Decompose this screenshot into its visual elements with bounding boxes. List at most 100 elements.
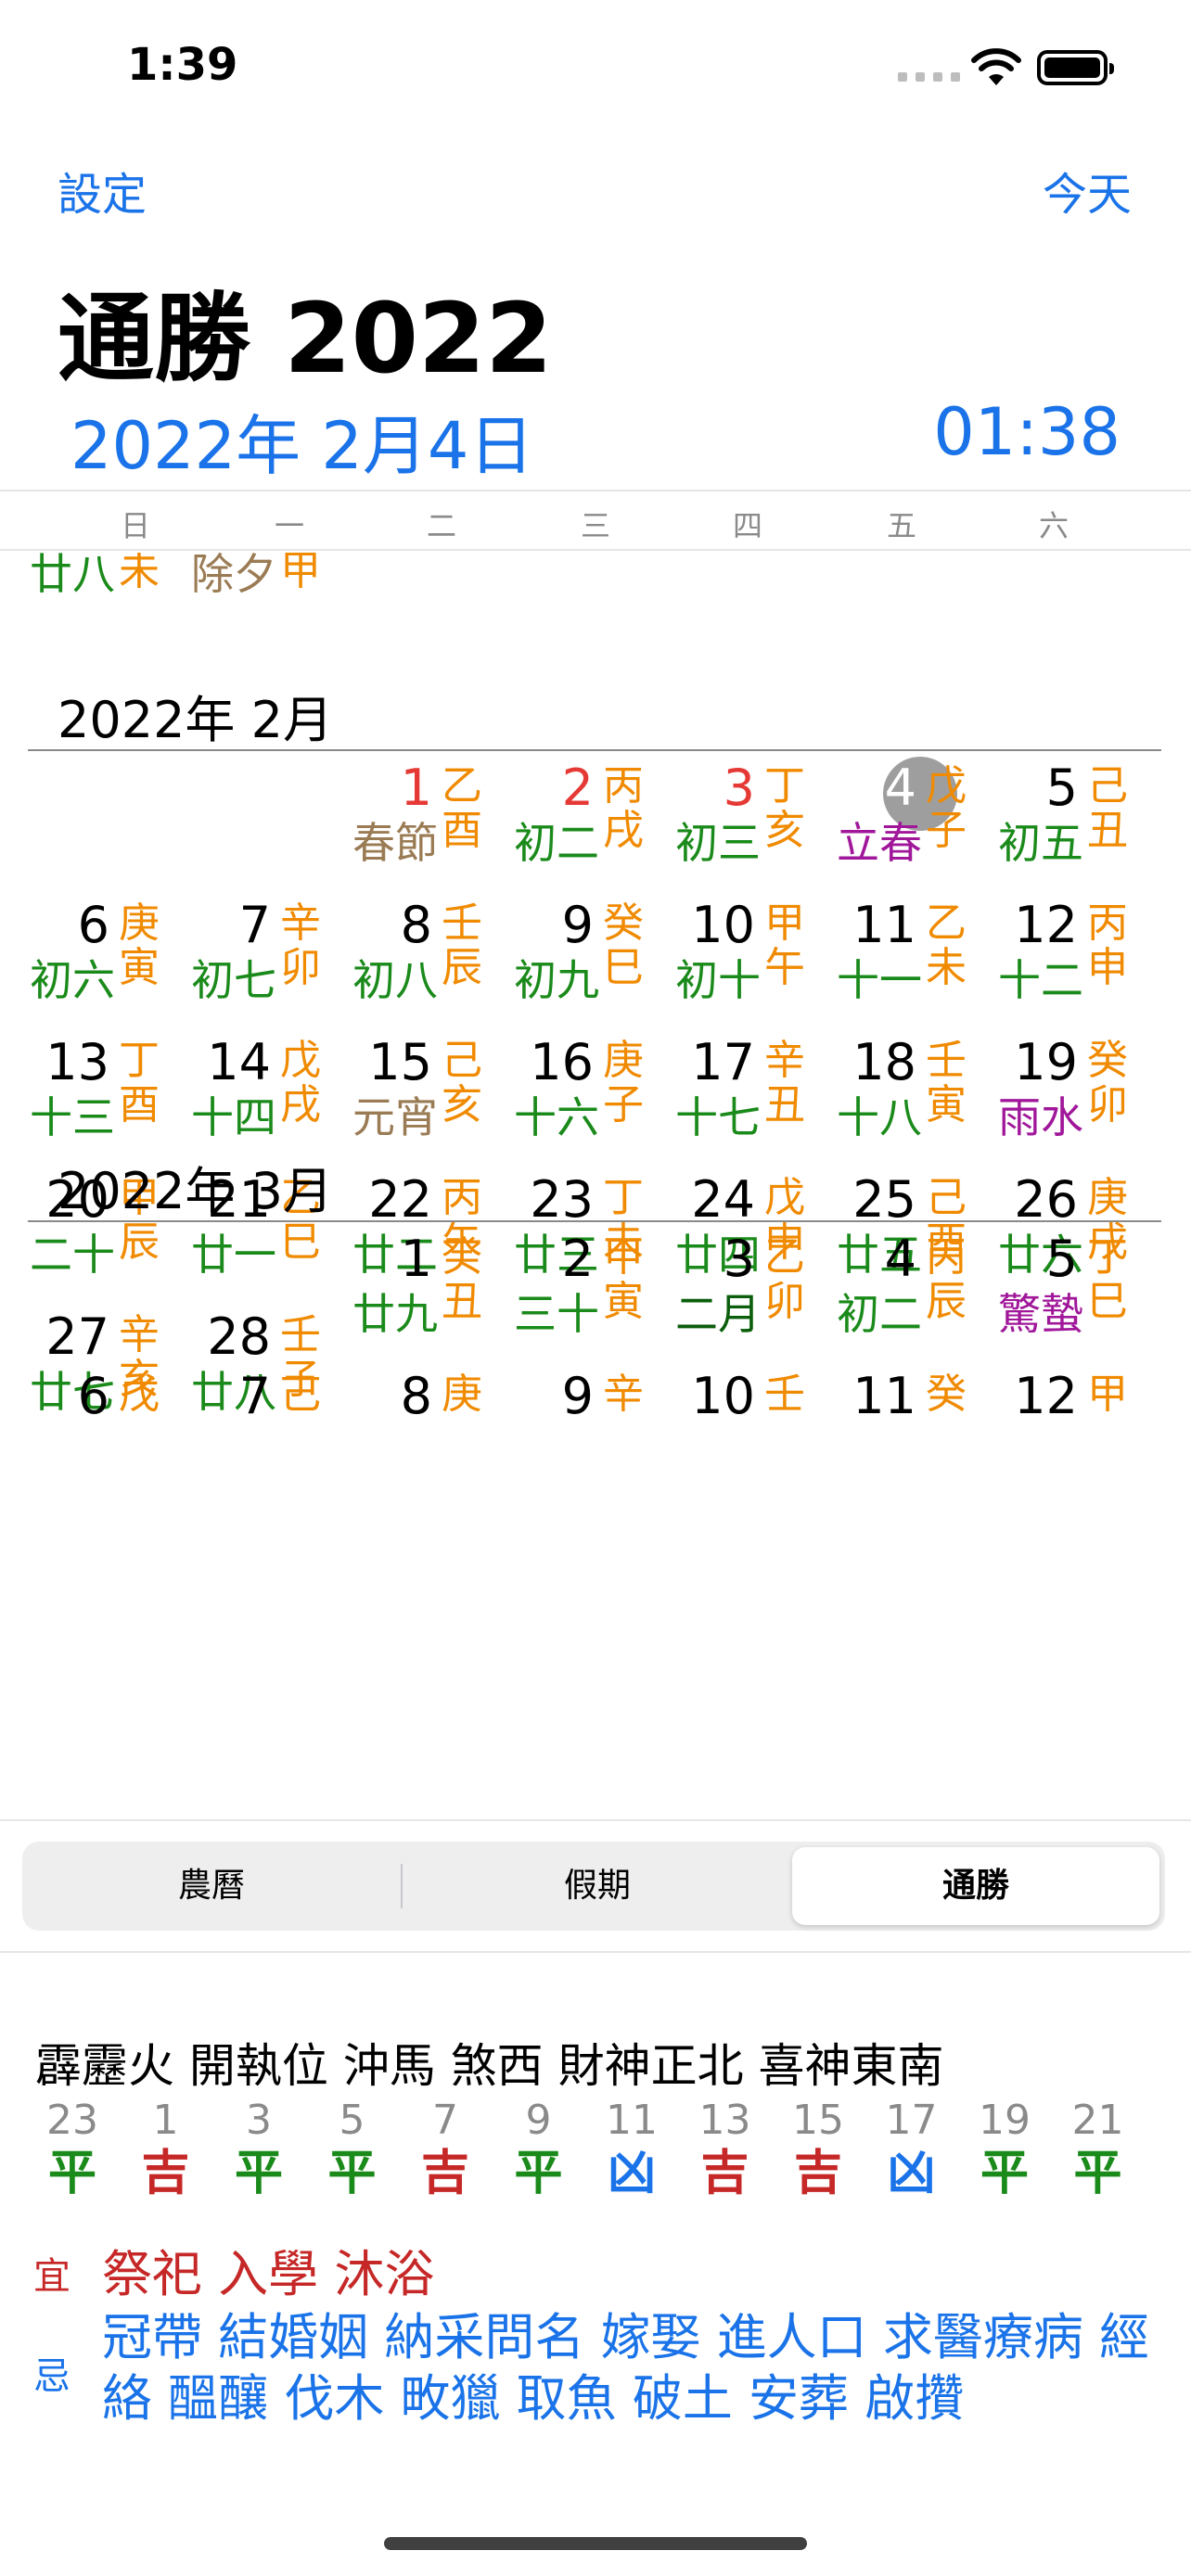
ganzhi-label: 未 xyxy=(119,553,160,594)
day-cell[interactable]: 11 十一 乙未 xyxy=(829,896,991,1031)
weekday-label: 一 xyxy=(274,508,304,543)
day-number: 9 xyxy=(561,896,594,954)
selected-date[interactable]: 2022年 2月4日 xyxy=(70,394,533,488)
day-cell[interactable]: 2 初二 丙戌 xyxy=(506,759,668,894)
fortune-value: 平 xyxy=(234,2146,283,2201)
day-cell[interactable]: 16 十六 庚子 xyxy=(506,1033,668,1168)
hour-label: 7 xyxy=(432,2097,458,2144)
day-cell[interactable]: 10 壬 xyxy=(668,1367,829,1502)
segment-holidays[interactable]: 假期 xyxy=(403,1842,792,1931)
segment-tungshing[interactable]: 通勝 xyxy=(792,1842,1159,1931)
day-number: 12 xyxy=(1014,1367,1078,1425)
lunar-date-label: 廿一 xyxy=(191,1230,276,1280)
day-cell[interactable]: 3 初三 丁亥 xyxy=(668,759,829,894)
battery-icon xyxy=(1037,50,1114,85)
hour-label: 13 xyxy=(698,2097,751,2144)
lunar-date-label: 驚蟄 xyxy=(998,1289,1083,1339)
weekday-label: 三 xyxy=(580,508,610,543)
selected-time[interactable]: 01:38 xyxy=(933,394,1121,470)
day-cell[interactable]: 1 廿九 癸丑 xyxy=(345,1230,506,1365)
day-number: 10 xyxy=(691,1367,755,1425)
weekday-label: 日 xyxy=(120,508,150,543)
hour-fortune: 17 凶 xyxy=(875,2098,949,2203)
settings-button[interactable]: 設定 xyxy=(58,158,147,223)
lunar-date-label: 初九 xyxy=(514,955,599,1005)
day-cell[interactable]: 9辛 xyxy=(506,1367,668,1502)
day-cell[interactable]: 5 初五 己丑 xyxy=(991,759,1152,894)
hour-fortune: 19 平 xyxy=(967,2098,1042,2203)
day-cell[interactable]: 15 元宵 己亥 xyxy=(345,1033,506,1168)
segment-lunar[interactable]: 農曆 xyxy=(22,1842,401,1931)
day-cell[interactable]: 4 立春 戊子 xyxy=(829,757,991,894)
lunar-date-label: 廿八 xyxy=(30,553,115,599)
lunar-date-label: 十四 xyxy=(191,1092,276,1142)
day-number: 5 xyxy=(1045,759,1078,817)
ganzhi-label: 壬辰 xyxy=(442,899,482,991)
ganzhi-label: 丙申 xyxy=(1087,899,1128,991)
day-number: 7 xyxy=(238,1367,271,1425)
ganzhi-label: 庚寅 xyxy=(119,899,160,991)
day-cell[interactable]: 除夕甲 xyxy=(184,553,345,625)
lunar-date-label: 初七 xyxy=(191,955,276,1005)
hour-fortune: 23 平 xyxy=(35,2098,109,2203)
day-cell[interactable]: 11 癸 xyxy=(829,1367,991,1502)
day-cell[interactable]: 1 春節 乙酉 xyxy=(345,759,506,894)
hour-fortune: 7吉 xyxy=(408,2098,482,2203)
month-divider xyxy=(28,749,1161,751)
day-cell[interactable]: 6戊 xyxy=(22,1367,184,1502)
day-number: 3 xyxy=(723,759,755,817)
day-cell[interactable]: 12 甲 xyxy=(991,1367,1152,1502)
day-cell[interactable]: 9 初九 癸巳 xyxy=(506,896,668,1031)
day-cell[interactable]: 7己 xyxy=(184,1367,345,1502)
ganzhi-label: 辛 xyxy=(603,1371,644,1418)
day-cell[interactable]: 12 十二 丙申 xyxy=(991,896,1152,1031)
month-header: 2022年 3月 xyxy=(58,1162,333,1220)
day-cell[interactable]: 3 二月 乙卯 xyxy=(668,1230,829,1365)
ganzhi-label: 丁酉 xyxy=(119,1037,160,1129)
divider xyxy=(0,1819,1191,1821)
day-cell[interactable]: 19 雨水 癸卯 xyxy=(991,1033,1152,1168)
day-number: 2 xyxy=(561,1230,594,1288)
day-cell[interactable]: 6 初六 庚寅 xyxy=(22,896,184,1031)
day-number: 13 xyxy=(45,1033,109,1091)
day-cell[interactable]: 2 三十 甲寅 xyxy=(506,1230,668,1365)
ganzhi-label: 己亥 xyxy=(442,1037,482,1129)
segmented-control[interactable]: 農曆 假期 通勝 xyxy=(22,1842,1165,1931)
day-number: 12 xyxy=(1014,896,1078,954)
hour-fortune: 11 凶 xyxy=(595,2098,669,2203)
ganzhi-label: 乙酉 xyxy=(442,762,482,854)
weekday-label: 二 xyxy=(426,508,456,543)
day-cell[interactable]: 13 十三 丁酉 xyxy=(22,1033,184,1168)
day-number: 8 xyxy=(400,1367,432,1425)
ganzhi-label: 戊子 xyxy=(926,762,967,854)
today-button[interactable]: 今天 xyxy=(1043,158,1132,223)
hour-fortune: 15 吉 xyxy=(781,2098,855,2203)
hour-label: 1 xyxy=(152,2097,179,2144)
day-cell[interactable]: 4 初二 丙辰 xyxy=(829,1230,991,1365)
day-cell[interactable]: 廿八未 xyxy=(22,553,184,625)
day-number: 18 xyxy=(852,1033,916,1091)
day-cell[interactable]: 18 十八 壬寅 xyxy=(829,1033,991,1168)
ganzhi-label: 丁亥 xyxy=(764,762,805,854)
lunar-date-label: 初六 xyxy=(30,955,115,1005)
lunar-date-label: 十七 xyxy=(675,1092,761,1142)
fortune-value: 平 xyxy=(1073,2146,1122,2201)
day-cell[interactable]: 8庚 xyxy=(345,1367,506,1502)
day-number: 14 xyxy=(207,1033,271,1091)
ganzhi-label: 甲寅 xyxy=(603,1233,644,1325)
day-cell[interactable]: 7 初七 辛卯 xyxy=(184,896,345,1031)
hour-label: 9 xyxy=(525,2097,552,2144)
lunar-date-label: 二十 xyxy=(30,1230,115,1280)
day-cell[interactable]: 8 初八 壬辰 xyxy=(345,896,506,1031)
day-cell[interactable]: 5 驚蟄 丁巳 xyxy=(991,1230,1152,1365)
hour-label: 21 xyxy=(1071,2097,1124,2144)
day-number: 2 xyxy=(561,759,594,817)
lunar-date-label: 二月 xyxy=(675,1289,761,1339)
day-cell[interactable]: 14 十四 戊戌 xyxy=(184,1033,345,1168)
calendar-scroll[interactable]: 廿八未除夕甲 2022年 2月 1 春節 乙酉 2 初二 丙戌 3 初三 丁亥 4 立春 戊子 5 初五 己丑 6… xyxy=(0,553,1191,1804)
hour-label: 11 xyxy=(606,2097,658,2144)
day-cell[interactable]: 10 初十 甲午 xyxy=(668,896,829,1031)
ganzhi-label: 癸 xyxy=(926,1371,967,1418)
home-indicator[interactable] xyxy=(384,2537,807,2550)
day-cell[interactable]: 17 十七 辛丑 xyxy=(668,1033,829,1168)
